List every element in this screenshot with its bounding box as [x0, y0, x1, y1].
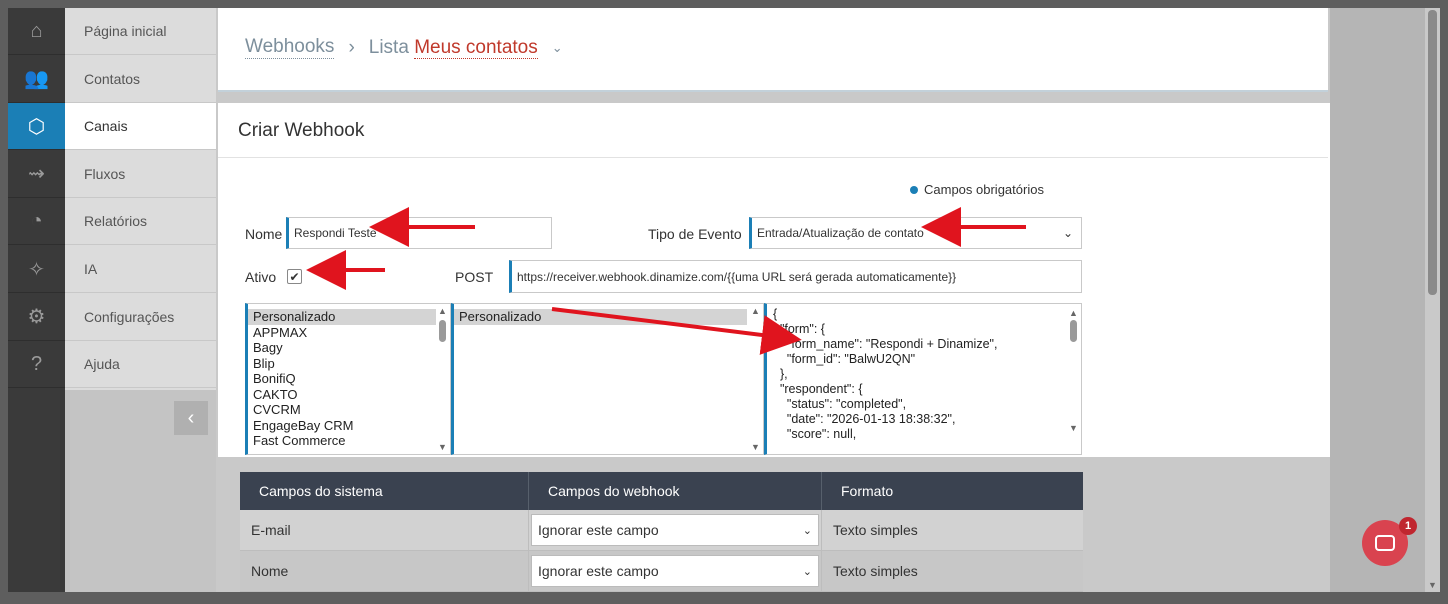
sidebar-item-configura-es[interactable]: ⚙ Configurações [8, 294, 216, 341]
integration-option[interactable]: APPMAX [248, 325, 436, 341]
channels-icon: ⬡ [8, 103, 65, 151]
system-field-cell: Nome [240, 551, 529, 591]
json-line: "date": "2026-01-13 18:38:32", [773, 412, 956, 426]
json-line: "form_name": "Respondi + Dinamize", [773, 337, 998, 351]
sidebar-item-label: Canais [65, 103, 216, 151]
breadcrumb-webhooks-link[interactable]: Webhooks [245, 36, 335, 59]
template-listbox[interactable]: Personalizado ▲ ▼ [451, 303, 764, 455]
sidebar-item-p-gina-inicial[interactable]: ⌂ Página inicial [8, 8, 216, 55]
contacts-icon: 👥 [8, 56, 65, 103]
chevron-down-icon[interactable]: ⌄ [552, 40, 563, 56]
integration-option[interactable]: CVCRM [248, 402, 436, 418]
chevron-down-icon: ⌄ [802, 525, 812, 537]
json-payload-editor[interactable]: { "form": { "form_name": "Respondi + Din… [764, 303, 1082, 455]
reports-icon: ◔ [8, 198, 65, 246]
required-note-text: Campos obrigatórios [924, 182, 1044, 197]
breadcrumb: Webhooks › Lista Meus contatos ⌄ [245, 36, 563, 59]
json-line: "score": null, [773, 427, 857, 441]
breadcrumb-bar: Webhooks › Lista Meus contatos ⌄ [218, 8, 1328, 92]
table-row: Nome Ignorar este campo ⌄ Texto simples [240, 551, 1083, 592]
sidebar-item-relat-rios[interactable]: ◔ Relatórios [8, 198, 216, 246]
system-field-cell: E-mail [240, 510, 529, 550]
webhook-field-value: Ignorar este campo [538, 563, 659, 579]
divider [218, 157, 1328, 158]
header-webhook-fields: Campos do webhook [529, 472, 822, 510]
chevron-down-icon: ⌄ [1062, 226, 1073, 240]
integration-option[interactable]: CAKTO [248, 387, 436, 403]
sidebar-item-label: Configurações [65, 294, 216, 341]
required-dot-icon [910, 185, 918, 194]
sidebar-item-canais[interactable]: ⬡ Canais [8, 103, 216, 151]
event-type-label: Tipo de Evento [648, 226, 742, 242]
required-fields-note: Campos obrigatórios [910, 182, 1044, 197]
post-url-input[interactable]: https://receiver.webhook.dinamize.com/{{… [509, 260, 1082, 293]
sidebar-collapse-button[interactable]: ‹ [174, 401, 208, 435]
create-webhook-panel: Criar Webhook Campos obrigatórios Nome R… [218, 103, 1336, 457]
integration-option[interactable]: Bagy [248, 340, 436, 356]
format-cell: Texto simples [833, 563, 918, 579]
breadcrumb-list-prefix: Lista [368, 36, 409, 58]
json-line: "respondent": { [773, 382, 863, 396]
sidebar-item-ajuda[interactable]: ? Ajuda [8, 341, 216, 389]
help-icon: ? [8, 341, 65, 389]
active-label: Ativo [245, 269, 277, 285]
sidebar-item-label: Ajuda [65, 341, 216, 389]
table-row: E-mail Ignorar este campo ⌄ Texto simples [240, 510, 1083, 551]
sidebar-item-ia[interactable]: ✧ IA [8, 246, 216, 293]
home-icon: ⌂ [8, 8, 65, 55]
webhook-field-select[interactable]: Ignorar este campo ⌄ [531, 514, 819, 546]
listbox-scrollbar[interactable]: ▲ ▼ [436, 304, 450, 454]
sidebar-item-label: Fluxos [65, 151, 216, 198]
json-line: "form_id": "BalwU2QN" [773, 352, 916, 366]
chevron-down-icon: ⌄ [802, 566, 812, 578]
integration-option[interactable]: BonifiQ [248, 371, 436, 387]
sidebar-item-label: Contatos [65, 56, 216, 103]
format-cell: Texto simples [833, 522, 918, 538]
editor-scrollbar[interactable]: ▲ ▼ [1067, 304, 1081, 454]
window-edge [8, 592, 1440, 596]
table-header: Campos do sistema Campos do webhook Form… [240, 472, 1083, 510]
sidebar-item-fluxos[interactable]: ⇝ Fluxos [8, 151, 216, 198]
header-format: Formato [841, 483, 894, 499]
ai-sparkle-icon: ✧ [8, 246, 65, 293]
header-system-fields: Campos do sistema [240, 472, 529, 510]
sidebar-item-label: Relatórios [65, 198, 216, 246]
json-line: }, [773, 367, 788, 381]
listbox-scrollbar[interactable]: ▲ ▼ [749, 304, 763, 454]
template-option[interactable]: Personalizado [454, 309, 747, 325]
event-type-value: Entrada/Atualização de contato [757, 226, 924, 240]
integration-option[interactable]: EngageBay CRM [248, 418, 436, 434]
post-label: POST [455, 269, 494, 285]
event-type-select[interactable]: Entrada/Atualização de contato ⌄ [749, 217, 1082, 249]
flows-icon: ⇝ [8, 151, 65, 198]
list-selector[interactable]: Meus contatos [414, 36, 538, 59]
integration-option[interactable]: Personalizado [248, 309, 436, 325]
sidebar-item-label: Página inicial [65, 8, 216, 55]
breadcrumb-separator: › [348, 36, 355, 58]
sidebar-item-label: IA [65, 246, 216, 293]
chat-notification-badge: 1 [1399, 517, 1417, 535]
json-line: { [773, 307, 778, 321]
page-title: Criar Webhook [238, 120, 365, 141]
webhook-field-cell: Ignorar este campo ⌄ [529, 510, 822, 550]
webhook-field-value: Ignorar este campo [538, 522, 659, 538]
right-margin [1330, 8, 1425, 592]
integration-option[interactable]: Blip [248, 356, 436, 372]
json-line: "status": "completed", [773, 397, 907, 411]
name-input[interactable]: Respondi Teste [286, 217, 552, 249]
webhook-field-select[interactable]: Ignorar este campo ⌄ [531, 555, 819, 587]
integration-listbox[interactable]: Personalizado APPMAX Bagy Blip BonifiQ CAKTO C… [245, 303, 451, 455]
app-window: ⌂ Página inicial 👥 Contatos ⬡ Canais ⇝ Fluxos ◔ R… [8, 8, 1440, 596]
json-line: "form": { [773, 322, 825, 336]
integration-option[interactable]: Fast Commerce [248, 433, 436, 449]
webhook-field-cell: Ignorar este campo ⌄ [529, 551, 822, 591]
sidebar-item-contatos[interactable]: 👥 Contatos [8, 56, 216, 103]
page-scrollbar[interactable]: ▼ [1425, 8, 1440, 592]
active-checkbox[interactable]: ✔ [287, 269, 302, 284]
settings-icon: ⚙ [8, 294, 65, 341]
chat-bubble-icon [1375, 535, 1395, 551]
field-mapping-table: Campos do sistema Campos do webhook Form… [240, 472, 1083, 592]
name-label: Nome [245, 226, 283, 242]
